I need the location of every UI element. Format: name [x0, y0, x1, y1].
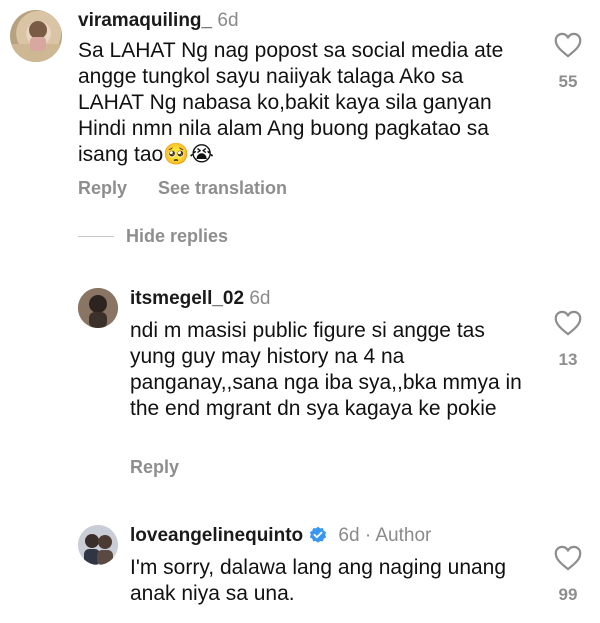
comment-time: 6d: [249, 288, 271, 309]
hide-replies-divider: [78, 236, 114, 237]
comment-2: itsmegell_02 6d ndi m masisi public figu…: [0, 280, 600, 490]
username-text[interactable]: loveangelinequinto: [130, 525, 303, 546]
reply-button[interactable]: Reply: [130, 457, 179, 478]
comment-3: loveangelinequinto 6d · Author I'm sorry…: [0, 515, 600, 623]
heart-outline-icon[interactable]: [554, 32, 582, 58]
verified-badge-icon: [310, 526, 327, 543]
comment-username[interactable]: itsmegell_02 6d: [130, 288, 271, 310]
avatar[interactable]: [78, 525, 118, 565]
comment-text: ndi m masisi public figure si angge tas …: [130, 319, 522, 420]
avatar[interactable]: [10, 10, 62, 62]
comment-1: viramaquiling_ 6d Sa LAHAT Ng nag popost…: [0, 0, 600, 220]
comment-text: I'm sorry, dalawa lang ang naging unang …: [130, 556, 507, 605]
username-text[interactable]: viramaquiling_: [78, 10, 212, 31]
heart-outline-icon[interactable]: [554, 545, 582, 571]
heart-outline-icon[interactable]: [554, 310, 582, 336]
reply-button[interactable]: Reply: [78, 178, 127, 199]
hide-replies-button[interactable]: Hide replies: [126, 226, 228, 247]
comment-text: Sa LAHAT Ng nag popost sa social media a…: [78, 39, 504, 166]
see-translation-button[interactable]: See translation: [158, 178, 287, 199]
username-text[interactable]: itsmegell_02: [130, 288, 244, 309]
like-count: 55: [558, 72, 578, 91]
like-count: 13: [558, 350, 578, 369]
comment-time: 6d: [338, 525, 360, 546]
comment-time: 6d: [217, 10, 239, 31]
like-count: 99: [558, 585, 578, 604]
comment-username[interactable]: loveangelinequinto 6d · Author: [130, 525, 431, 547]
author-label: · Author: [364, 525, 432, 546]
comment-username[interactable]: viramaquiling_ 6d: [78, 10, 239, 32]
avatar[interactable]: [78, 288, 118, 328]
